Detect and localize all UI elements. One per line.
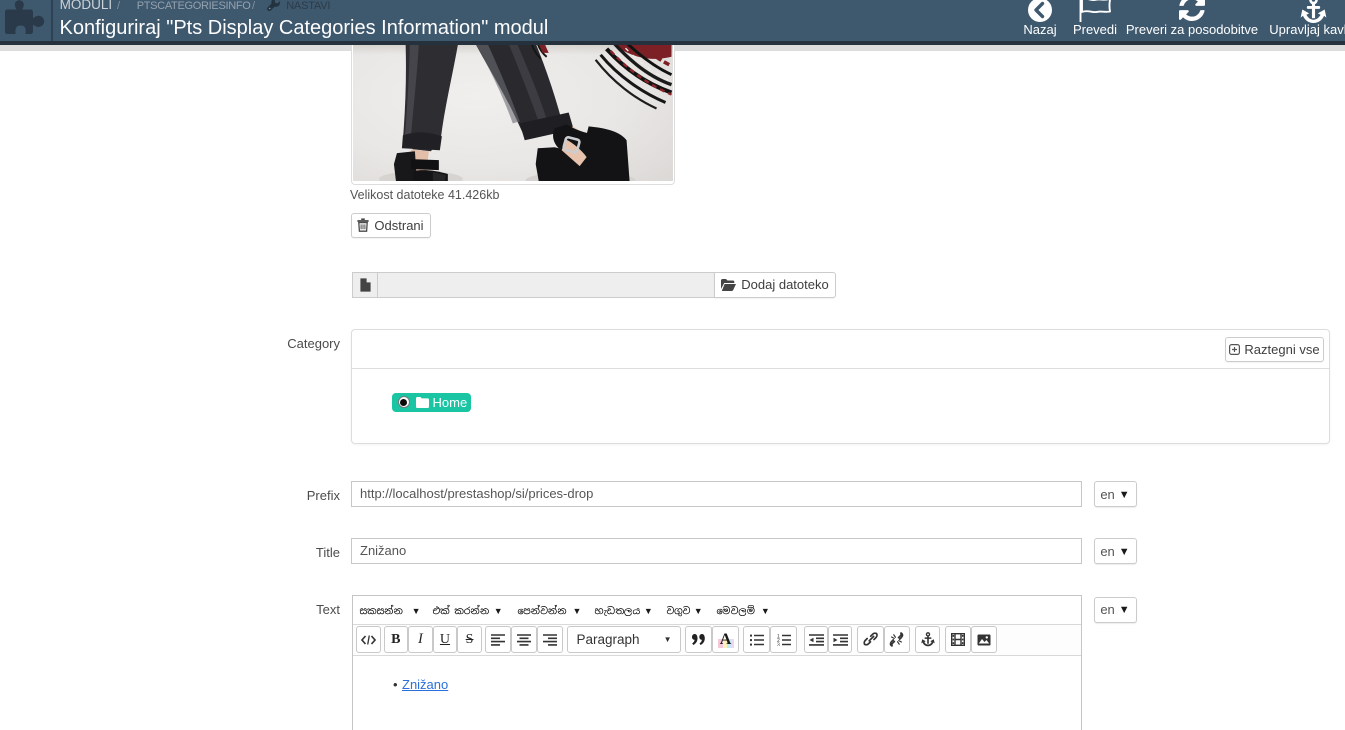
svg-text:3: 3 — [777, 642, 780, 645]
